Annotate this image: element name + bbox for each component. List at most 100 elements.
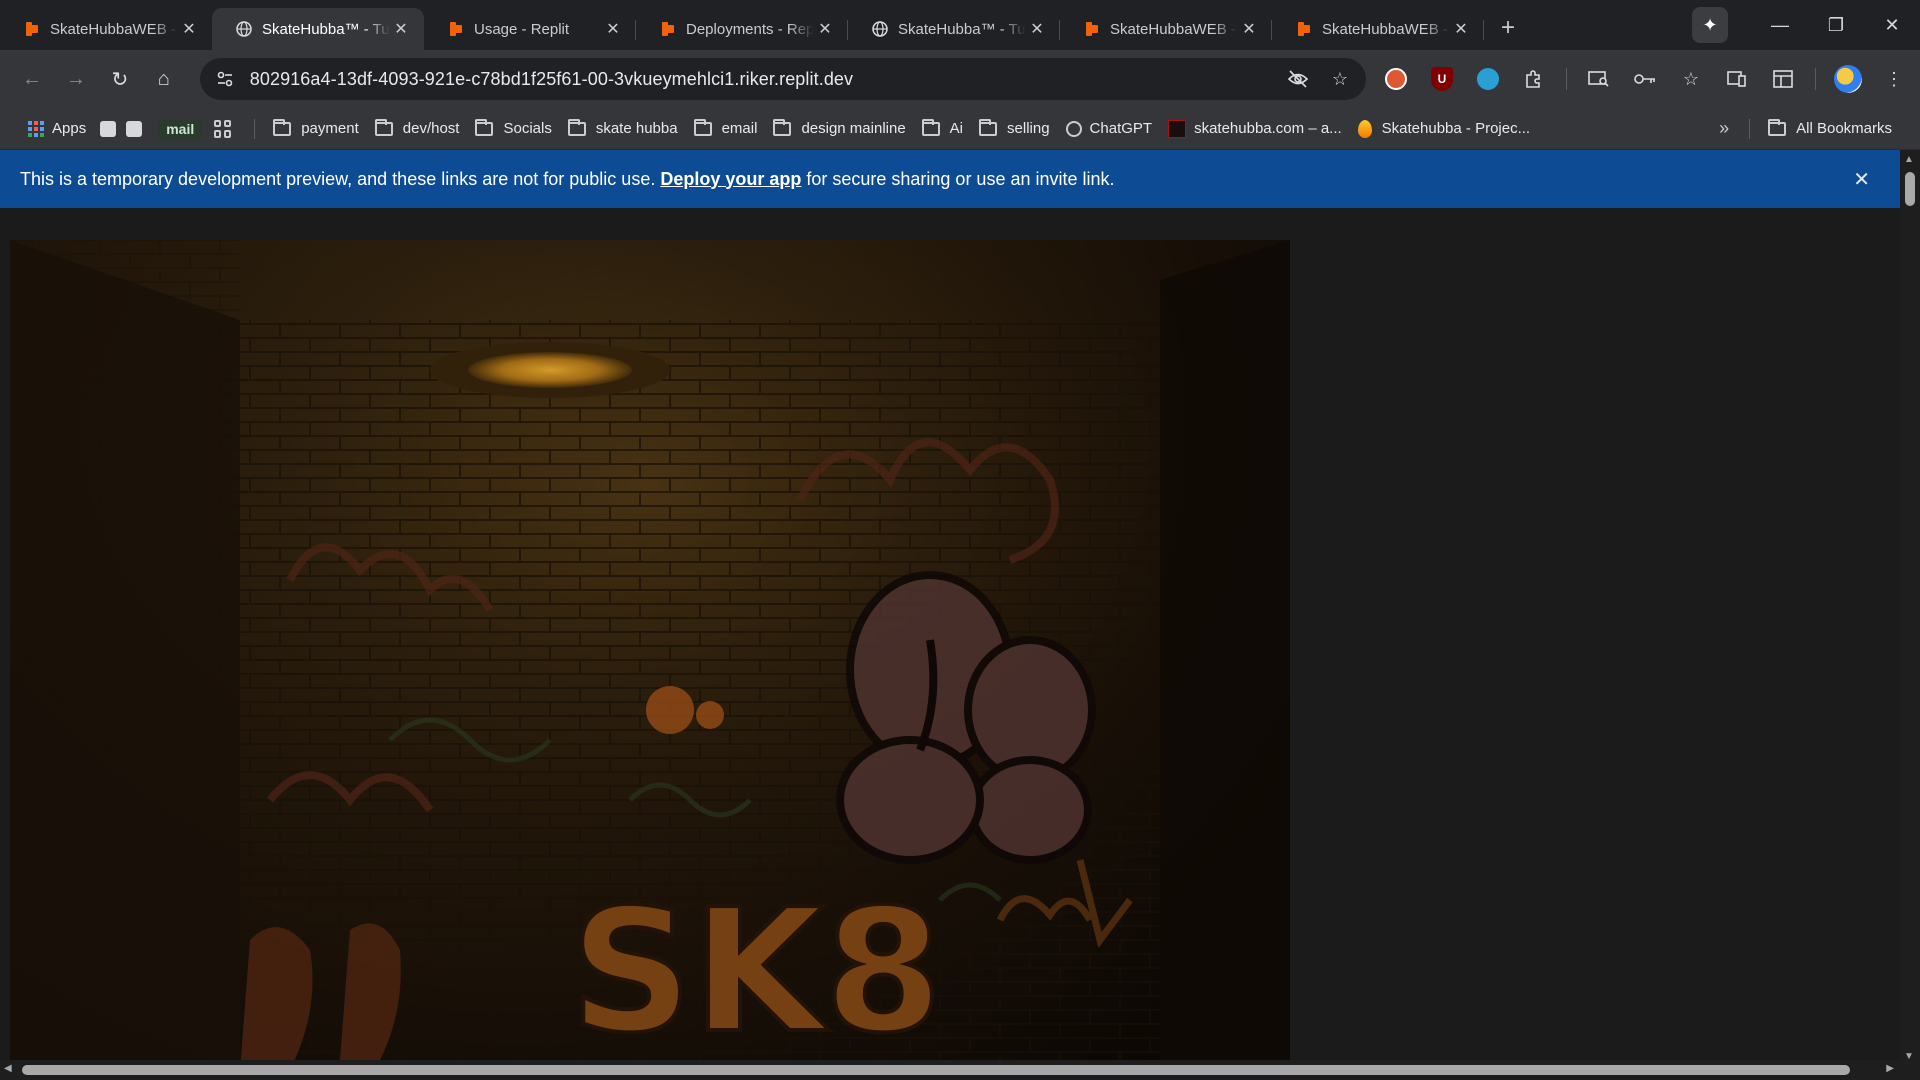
reading-list-star-icon[interactable]: ☆	[1677, 65, 1705, 93]
extensions-puzzle-icon[interactable]	[1520, 65, 1548, 93]
replit-icon	[24, 21, 40, 37]
minimize-button[interactable]: —	[1752, 0, 1808, 50]
menu-kebab-icon[interactable]: ⋮	[1880, 65, 1908, 93]
replit-icon	[1296, 21, 1312, 37]
tab-close-icon[interactable]: ✕	[1450, 18, 1472, 40]
browser-tab[interactable]: SkateHubbaWEB - Replit✕	[1272, 8, 1484, 50]
chatgpt-icon	[1065, 120, 1082, 137]
bookmark-label: skate hubba	[595, 120, 678, 137]
tab-close-icon[interactable]: ✕	[814, 18, 836, 40]
folder-icon	[475, 118, 494, 136]
tab-close-icon[interactable]: ✕	[602, 18, 624, 40]
bookmark-folder[interactable]: payment	[265, 114, 367, 144]
bookmark-folder[interactable]: email	[686, 114, 766, 144]
folder-icon	[693, 118, 712, 136]
blank-bookmark-icon[interactable]	[126, 120, 143, 137]
graffiti-wall-illustration: SK8	[10, 240, 1290, 1060]
blank-bookmark-icon[interactable]	[100, 120, 117, 137]
horizontal-scroll-thumb[interactable]	[22, 1065, 1850, 1075]
bookmarks-bar: Apps mail payment dev/host Socials skate hu…	[0, 108, 1920, 150]
bookmark-folder[interactable]: Socials	[467, 114, 559, 144]
password-key-icon[interactable]	[1631, 65, 1659, 93]
bookmark-folder[interactable]: Ai	[914, 114, 971, 144]
bookmark-folder[interactable]: selling	[971, 114, 1058, 144]
ublock-extension-icon[interactable]: U	[1428, 65, 1456, 93]
browser-tab[interactable]: SkateHubba™ - Turn ✕	[212, 8, 424, 50]
folder-icon	[1768, 118, 1787, 136]
more-bookmarks-chevron-icon[interactable]: »	[1709, 118, 1739, 139]
reload-button[interactable]: ↻	[100, 59, 140, 99]
gemini-button[interactable]: ✦	[1692, 7, 1728, 43]
horizontal-scrollbar[interactable]: ◀ ▶	[0, 1060, 1900, 1080]
new-tab-button[interactable]: +	[1490, 10, 1526, 46]
restore-button[interactable]: ❐	[1808, 0, 1864, 50]
home-button[interactable]: ⌂	[144, 59, 184, 99]
firebase-icon	[1357, 119, 1372, 138]
bookmark-skatehubba-com[interactable]: skatehubba.com – a...	[1160, 114, 1350, 144]
side-panel-device-icon[interactable]	[1723, 65, 1751, 93]
side-panel-icon[interactable]	[1769, 65, 1797, 93]
bookmark-folder[interactable]: design mainline	[765, 114, 913, 144]
close-window-button[interactable]: ✕	[1864, 0, 1920, 50]
tab-title: Usage - Replit	[474, 20, 570, 38]
tab-title: SkateHubba™ - Turn	[898, 20, 1026, 38]
vertical-scrollbar[interactable]: ▲ ▼	[1900, 150, 1920, 1062]
folder-icon	[921, 118, 940, 136]
folder-icon	[567, 118, 586, 136]
bookmark-label: dev/host	[402, 120, 460, 137]
vertical-scroll-thumb[interactable]	[1905, 172, 1915, 206]
folder-icon	[273, 118, 292, 136]
folder-icon	[374, 118, 393, 136]
bookmark-chatgpt[interactable]: ChatGPT	[1058, 114, 1161, 144]
site-info-icon[interactable]	[212, 66, 238, 92]
scroll-up-arrow-icon[interactable]: ▲	[1904, 154, 1914, 165]
blue-extension-icon[interactable]	[1474, 65, 1502, 93]
duckduckgo-extension-icon[interactable]	[1382, 65, 1410, 93]
browser-tab[interactable]: Usage - Replit ✕	[424, 8, 636, 50]
bookmark-mail[interactable]: mail	[158, 118, 203, 139]
replit-icon	[448, 21, 464, 37]
replit-icon	[660, 21, 676, 37]
eye-off-icon[interactable]	[1284, 65, 1312, 93]
banner-text-after: for secure sharing or use an invite link…	[806, 168, 1115, 189]
banner-close-icon[interactable]: ✕	[1853, 167, 1870, 192]
bookmark-label: selling	[1007, 120, 1050, 137]
scrollbar-corner	[1900, 1060, 1920, 1080]
grid-bookmark-icon[interactable]	[214, 119, 232, 138]
url-text[interactable]: 802916a4-13df-4093-921e-c78bd1f25f61-00-…	[250, 69, 1284, 90]
scroll-left-arrow-icon[interactable]: ◀	[4, 1063, 12, 1074]
apps-grid-icon	[28, 120, 44, 137]
profile-avatar[interactable]	[1834, 65, 1862, 93]
banner-text: This is a temporary development preview,…	[20, 168, 656, 189]
browser-tab[interactable]: SkateHubbaWEB - Replit✕	[0, 8, 212, 50]
tab-title: SkateHubbaWEB - Replit	[1110, 20, 1238, 38]
tab-strip: SkateHubbaWEB - Replit✕SkateHubba™ - Tur…	[0, 0, 1920, 50]
tab-close-icon[interactable]: ✕	[390, 18, 412, 40]
address-bar[interactable]: 802916a4-13df-4093-921e-c78bd1f25f61-00-…	[199, 58, 1366, 100]
bookmark-apps[interactable]: Apps	[20, 114, 94, 144]
replit-icon	[1084, 21, 1100, 37]
browser-toolbar: ← → ↻ ⌂ 802916a4-13df-4093-921e-c78bd1f2…	[0, 50, 1920, 108]
forward-button[interactable]: →	[56, 59, 96, 99]
search-tabs-icon[interactable]	[1585, 65, 1613, 93]
bookmark-label: Socials	[503, 120, 552, 137]
scroll-right-arrow-icon[interactable]: ▶	[1886, 1063, 1894, 1074]
tab-close-icon[interactable]: ✕	[1238, 18, 1260, 40]
back-button[interactable]: ←	[12, 59, 52, 99]
tab-close-icon[interactable]: ✕	[178, 18, 200, 40]
dev-preview-banner: This is a temporary development preview,…	[0, 150, 1900, 208]
browser-tab[interactable]: SkateHubba™ - Turn ✕	[848, 8, 1060, 50]
all-bookmarks[interactable]: All Bookmarks	[1760, 114, 1900, 144]
browser-tab[interactable]: Deployments - Replit ✕	[636, 8, 848, 50]
hero-image: SK8	[10, 240, 1290, 1060]
tab-title: Deployments - Replit	[686, 20, 814, 38]
bookmark-label: email	[721, 120, 758, 137]
deploy-app-link[interactable]: Deploy your app	[660, 169, 801, 190]
browser-tab[interactable]: SkateHubbaWEB - Replit✕	[1060, 8, 1272, 50]
bookmark-skatehubba-project[interactable]: Skatehubba - Projec...	[1350, 114, 1538, 144]
bookmark-folder[interactable]: skate hubba	[560, 114, 686, 144]
bookmark-star-icon[interactable]: ☆	[1326, 65, 1354, 93]
bookmark-folder[interactable]: dev/host	[367, 114, 468, 144]
tab-close-icon[interactable]: ✕	[1026, 18, 1048, 40]
page-content: SK8	[0, 208, 1900, 1060]
